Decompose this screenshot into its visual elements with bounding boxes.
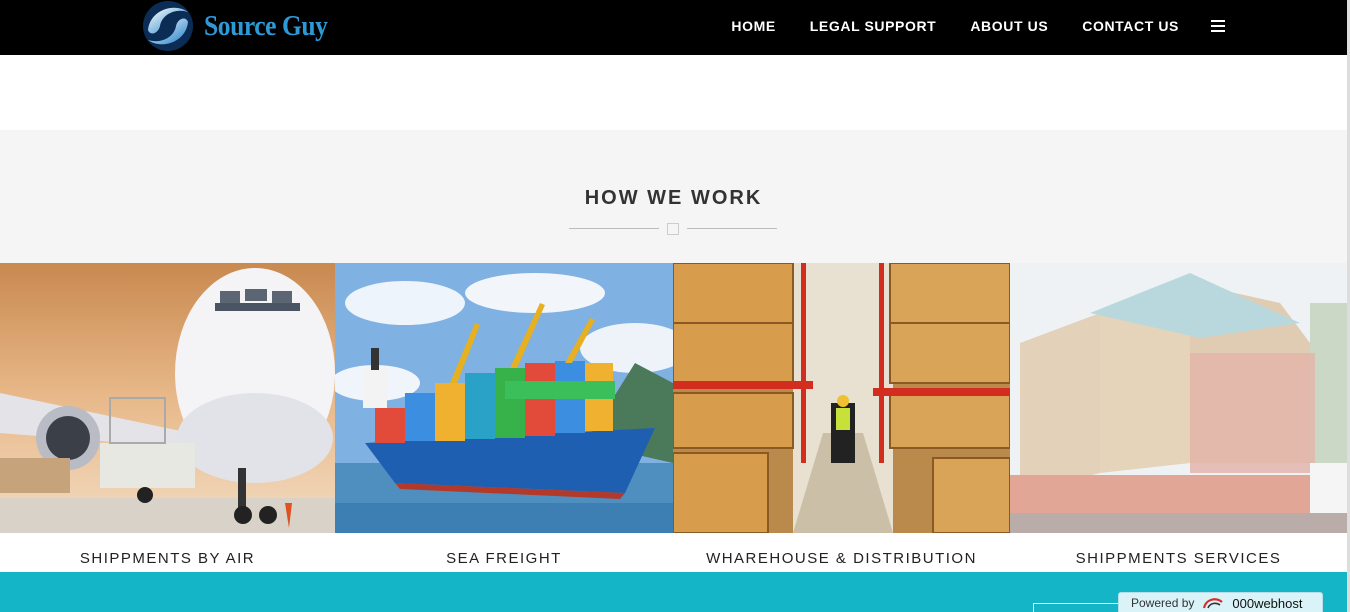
service-caption: SHIPPMENTS SERVICES [1075, 550, 1282, 567]
warehouse-image [673, 263, 1010, 533]
site-logo[interactable]: Source Guy [140, 0, 344, 52]
swirl-logo-icon [143, 1, 193, 51]
powered-brand: 000webhost [1232, 595, 1303, 611]
service-caption: SHIPPMENTS BY AIR [79, 550, 256, 567]
webhost-logo-icon [1203, 598, 1224, 609]
how-we-work-section: HOW WE WORK [0, 130, 1347, 263]
service-caption: SEA FREIGHT [446, 550, 562, 567]
service-card-shipments[interactable]: SHIPPMENTS SERVICES [1010, 263, 1347, 572]
service-card-air[interactable]: SHIPPMENTS BY AIR [0, 263, 335, 572]
powered-label: Powered by [1131, 596, 1195, 610]
nav-contact-us[interactable]: CONTACT US [1082, 18, 1179, 34]
footer-outline-box [1033, 603, 1123, 612]
services-row: SHIPPMENTS BY AIR SEA FREIGHT WHAREHOUSE… [0, 263, 1347, 572]
nav-about-us[interactable]: ABOUT US [970, 18, 1048, 34]
service-card-sea[interactable]: SEA FREIGHT [335, 263, 673, 572]
section-title: HOW WE WORK [584, 187, 763, 209]
airplane-cargo-image [0, 263, 335, 533]
hamburger-icon[interactable] [1211, 20, 1225, 32]
site-header: Source Guy HOME LEGAL SUPPORT ABOUT US C… [0, 0, 1350, 55]
crated-cargo-image [1010, 263, 1347, 533]
service-card-warehouse[interactable]: WHAREHOUSE & DISTRIBUTION [673, 263, 1010, 572]
title-divider [569, 223, 777, 235]
service-caption: WHAREHOUSE & DISTRIBUTION [706, 550, 977, 567]
main-nav: HOME LEGAL SUPPORT ABOUT US CONTACT US [697, 0, 1225, 52]
container-ship-image [335, 263, 673, 533]
brand-name: Source Guy [204, 9, 328, 42]
nav-home[interactable]: HOME [731, 18, 775, 34]
powered-by-badge[interactable]: Powered by 000webhost [1118, 592, 1323, 612]
nav-legal-support[interactable]: LEGAL SUPPORT [810, 18, 937, 34]
